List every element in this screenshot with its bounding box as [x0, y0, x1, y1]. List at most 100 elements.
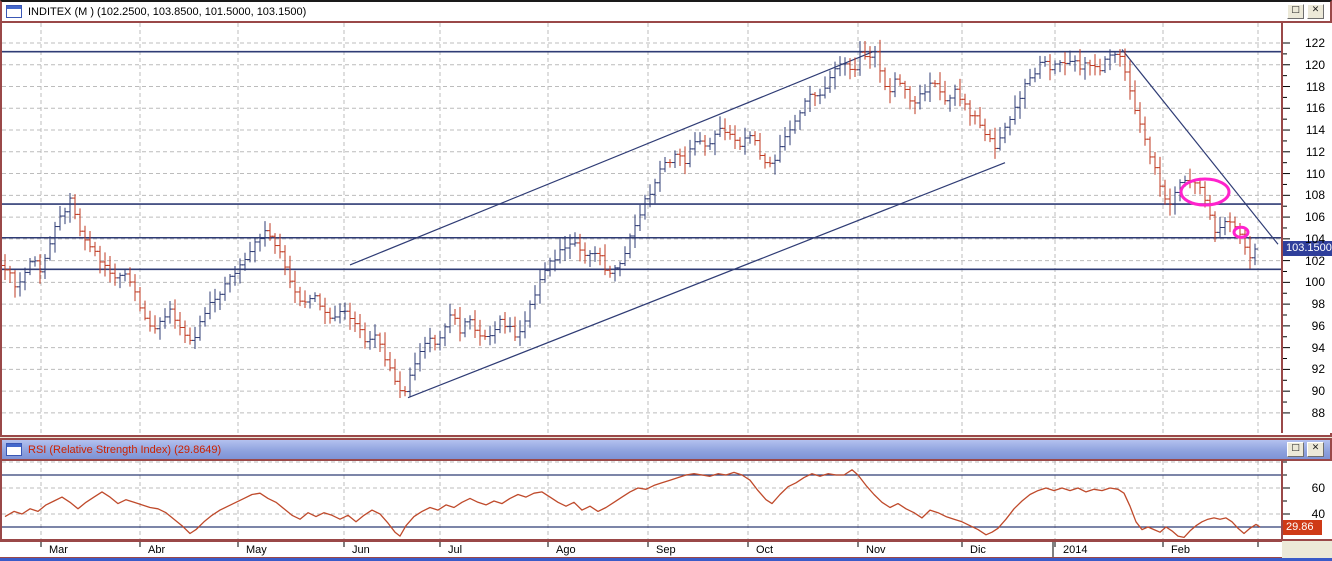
rsi-plot[interactable] [2, 461, 1281, 539]
ohlc-bar [327, 307, 333, 324]
trend-line[interactable] [1121, 49, 1279, 245]
price-axis-label: 106 [1304, 210, 1325, 225]
ohlc-bar [732, 125, 738, 150]
ohlc-bar [307, 294, 313, 309]
window-icon [6, 443, 22, 456]
ohlc-bar [667, 159, 673, 168]
ohlc-bar [542, 262, 548, 283]
ohlc-bar [697, 132, 703, 145]
ohlc-bar [537, 269, 543, 304]
ohlc-bar [657, 160, 663, 192]
ohlc-bar [272, 233, 278, 254]
ohlc-bar [157, 317, 163, 340]
ohlc-bar [482, 329, 488, 340]
ohlc-bar [247, 241, 253, 263]
ohlc-bar [447, 303, 453, 334]
price-axis-label: 110 [1305, 166, 1325, 181]
ohlc-bar [1072, 55, 1078, 72]
ohlc-bar [92, 241, 98, 257]
ohlc-bar [897, 74, 903, 86]
ohlc-bar [1067, 50, 1073, 66]
price-axis-label: 92 [1311, 362, 1325, 377]
ohlc-bar [907, 86, 913, 110]
ohlc-bar [702, 135, 708, 156]
ohlc-bar [72, 194, 78, 220]
ohlc-bar [722, 118, 728, 141]
ohlc-bar [1152, 152, 1158, 175]
ohlc-bar [242, 252, 248, 271]
ohlc-bar [497, 315, 503, 334]
ohlc-bar [22, 267, 28, 291]
ohlc-bar [607, 265, 613, 278]
window-icon [6, 5, 22, 18]
ohlc-bar [7, 265, 13, 283]
ohlc-bar [1167, 188, 1173, 216]
price-axis-label: 88 [1311, 405, 1325, 420]
ohlc-bar [262, 221, 268, 247]
price-axis: 103.1500 122 120 118 116 114 112 110 108 106 104 1… [1281, 23, 1332, 433]
ohlc-bar [1247, 236, 1253, 269]
rsi-axis-label: 60 [1311, 481, 1325, 495]
ohlc-bar [1082, 57, 1088, 80]
ohlc-bar [687, 139, 693, 168]
price-axis-label: 120 [1304, 57, 1325, 72]
ohlc-bar [222, 276, 228, 301]
price-chart-plot[interactable] [2, 23, 1281, 433]
restore-icon[interactable]: □ [1287, 442, 1304, 457]
ohlc-bar [297, 286, 303, 307]
rsi-titlebar[interactable]: RSI (Relative Strength Index) (29.8649) … [2, 440, 1330, 461]
month-label: May [246, 544, 267, 556]
ohlc-bar [367, 330, 373, 350]
ohlc-bar [47, 236, 53, 261]
ohlc-bar [672, 150, 678, 168]
close-icon[interactable]: ✕ [1307, 442, 1324, 457]
ohlc-bar [322, 297, 328, 324]
ohlc-bar [562, 236, 568, 261]
ohlc-bar [17, 272, 23, 297]
month-label: Nov [866, 544, 886, 556]
ohlc-bar [42, 254, 48, 280]
ohlc-bar [2, 254, 8, 280]
month-label: Sep [656, 544, 676, 556]
ohlc-bar [517, 320, 523, 346]
month-label: Oct [756, 544, 774, 556]
ohlc-bar [292, 270, 298, 303]
ohlc-bar [887, 78, 893, 104]
ohlc-bar [142, 300, 148, 321]
ohlc-bar [317, 293, 323, 311]
ohlc-bar [997, 127, 1003, 151]
ohlc-bar [662, 156, 668, 173]
ohlc-bar [177, 312, 183, 336]
main-titlebar[interactable]: INDITEX (M ) (102.2500, 103.8500, 101.50… [2, 2, 1330, 23]
ohlc-bar [792, 114, 798, 134]
ohlc-bar [427, 327, 433, 353]
ohlc-bar [202, 307, 208, 327]
ohlc-bar [162, 308, 168, 329]
ohlc-bar [1137, 102, 1143, 133]
ohlc-bar [1112, 51, 1118, 63]
ohlc-bar [762, 153, 768, 169]
ohlc-bar [1077, 49, 1083, 76]
ohlc-bar [337, 303, 343, 324]
ohlc-bar [372, 324, 378, 348]
month-label: Dic [970, 544, 986, 556]
ohlc-bar [777, 134, 783, 163]
close-icon[interactable]: ✕ [1307, 4, 1324, 19]
month-label: Jun [352, 544, 370, 556]
ohlc-bar [187, 327, 193, 345]
restore-icon[interactable]: □ [1287, 4, 1304, 19]
trend-line[interactable] [349, 51, 874, 266]
ohlc-bar [412, 352, 418, 381]
ohlc-bar [872, 45, 878, 68]
ohlc-bar [377, 332, 383, 352]
ohlc-bar [462, 318, 468, 338]
ohlc-bar [737, 137, 743, 151]
ohlc-bar [847, 58, 853, 80]
ohlc-bar [212, 288, 218, 313]
ohlc-bar [637, 204, 643, 232]
ohlc-bar [492, 321, 498, 344]
ohlc-bar [57, 206, 63, 231]
trend-line[interactable] [407, 162, 1006, 399]
ohlc-bar [102, 252, 108, 277]
annotation-ellipse[interactable] [1232, 225, 1250, 239]
